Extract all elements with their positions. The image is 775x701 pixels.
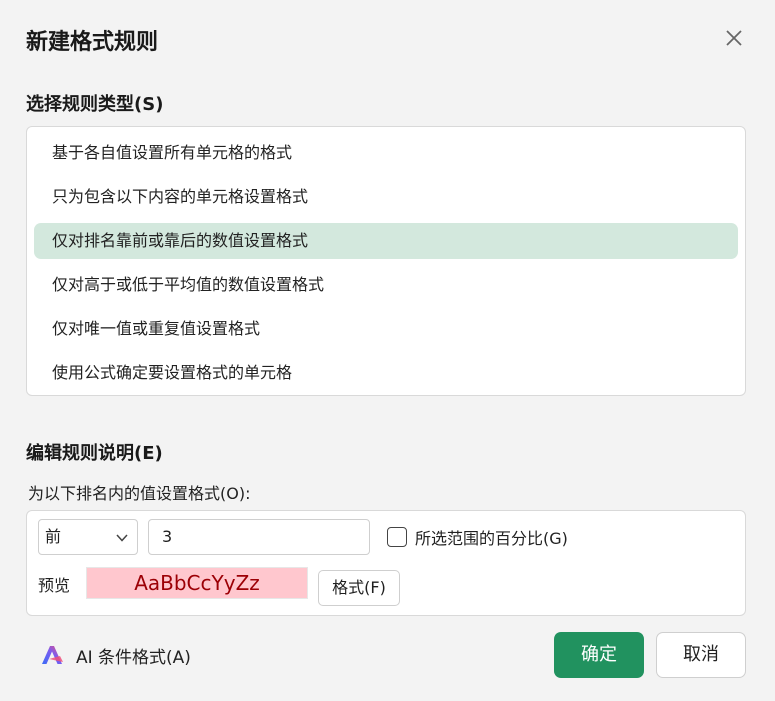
rule-type-item[interactable]: 基于各自值设置所有单元格的格式 — [34, 135, 738, 171]
edit-rule-panel: 前 3 所选范围的百分比(G) 预览 AaBbCcYyZz 格式(F) — [26, 510, 746, 616]
rule-type-item[interactable]: 仅对唯一值或重复值设置格式 — [34, 311, 738, 347]
ok-button[interactable]: 确定 — [554, 632, 644, 678]
top-bottom-select-value: 前 — [45, 527, 62, 546]
ai-logo-icon — [42, 646, 63, 664]
preview-label: 预览 — [38, 576, 71, 595]
rank-count-input[interactable]: 3 — [148, 519, 370, 555]
percent-checkbox-label: 所选范围的百分比(G) — [415, 529, 568, 548]
rule-type-item[interactable]: 使用公式确定要设置格式的单元格 — [34, 355, 738, 391]
percent-checkbox-wrap[interactable]: 所选范围的百分比(G) — [387, 526, 568, 548]
dialog-title: 新建格式规则 — [26, 30, 159, 55]
percent-checkbox[interactable] — [387, 527, 407, 547]
cancel-button[interactable]: 取消 — [656, 632, 746, 678]
ai-conditional-format-label: AI 条件格式(A) — [76, 647, 191, 668]
top-bottom-select[interactable]: 前 — [38, 519, 138, 555]
format-button[interactable]: 格式(F) — [318, 570, 400, 606]
rule-type-heading: 选择规则类型(S) — [26, 94, 164, 115]
rule-type-item[interactable]: 只为包含以下内容的单元格设置格式 — [34, 179, 738, 215]
chevron-down-icon — [116, 534, 128, 542]
ai-conditional-format-button[interactable]: AI 条件格式(A) — [40, 640, 191, 670]
rule-type-list: 基于各自值设置所有单元格的格式 只为包含以下内容的单元格设置格式 仅对排名靠前或… — [26, 126, 746, 396]
close-button[interactable] — [718, 22, 750, 54]
edit-rule-heading: 编辑规则说明(E) — [26, 443, 163, 464]
format-preview: AaBbCcYyZz — [86, 567, 308, 599]
rule-type-item-selected[interactable]: 仅对排名靠前或靠后的数值设置格式 — [34, 223, 738, 259]
close-icon — [726, 30, 742, 46]
rank-description-label: 为以下排名内的值设置格式(O): — [28, 484, 251, 503]
rule-type-item[interactable]: 仅对高于或低于平均值的数值设置格式 — [34, 267, 738, 303]
new-format-rule-dialog: 新建格式规则 选择规则类型(S) 基于各自值设置所有单元格的格式 只为包含以下内… — [0, 0, 775, 701]
